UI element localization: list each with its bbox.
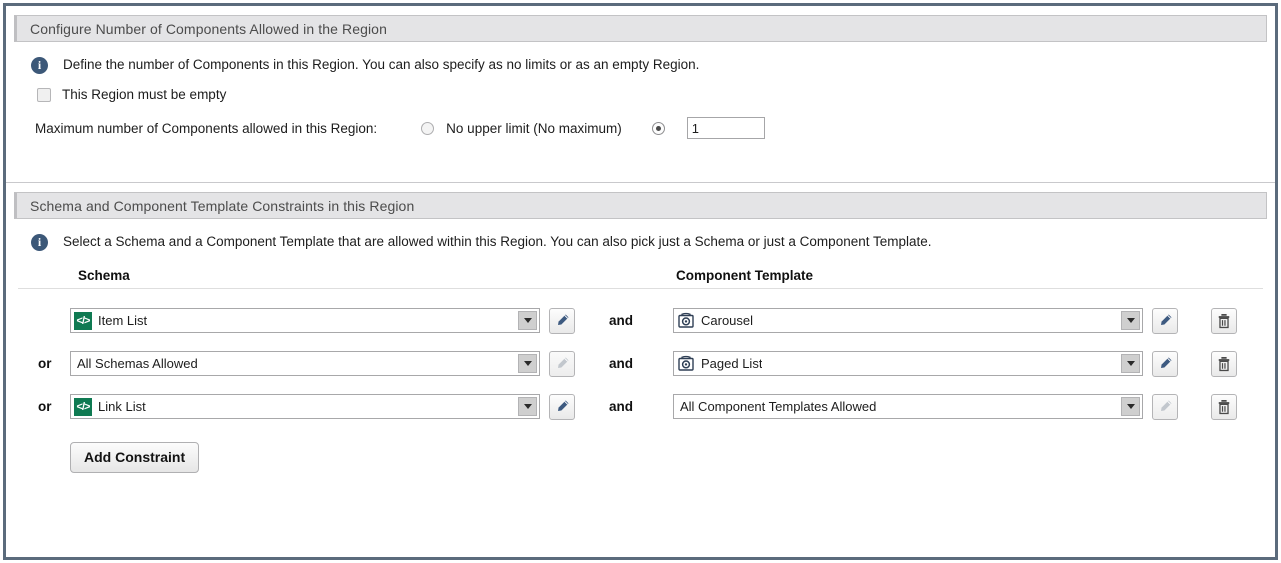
maximum-components-label: Maximum number of Components allowed in … bbox=[35, 120, 378, 136]
delete-constraint-button[interactable] bbox=[1211, 307, 1237, 334]
edit-component-template-button[interactable] bbox=[1152, 307, 1178, 334]
row-or-label: or bbox=[38, 356, 52, 371]
section-header-number-of-components: Configure Number of Components Allowed i… bbox=[14, 15, 1267, 42]
edit-schema-button[interactable] bbox=[549, 307, 575, 334]
chevron-down-icon[interactable] bbox=[518, 397, 537, 416]
max-components-input[interactable] bbox=[686, 117, 765, 139]
chevron-down-icon[interactable] bbox=[518, 311, 537, 330]
radio-no-upper-limit[interactable] bbox=[421, 121, 435, 135]
trash-icon bbox=[1218, 356, 1230, 371]
chevron-down-icon[interactable] bbox=[1121, 397, 1140, 416]
pencil-icon bbox=[557, 314, 568, 325]
component-template-gear-icon bbox=[677, 312, 695, 330]
trash-icon bbox=[1218, 399, 1230, 414]
table-row: or </> Link List and All Component Templ… bbox=[6, 385, 1275, 428]
constraint-column-headers: Schema Component Template bbox=[6, 251, 1275, 288]
radio-group-max-value[interactable] bbox=[651, 117, 765, 139]
section-divider bbox=[6, 182, 1275, 183]
dialog-frame: Configure Number of Components Allowed i… bbox=[3, 3, 1278, 560]
edit-schema-button[interactable] bbox=[549, 393, 575, 420]
component-template-select-value: Paged List bbox=[701, 356, 763, 371]
edit-schema-button bbox=[549, 350, 575, 377]
info-icon: i bbox=[31, 234, 48, 251]
pencil-icon bbox=[1160, 357, 1171, 368]
region-empty-checkbox-row[interactable]: This Region must be empty bbox=[6, 74, 1275, 102]
edit-component-template-button bbox=[1152, 393, 1178, 420]
add-constraint-row: Add Constraint bbox=[6, 428, 1275, 473]
chevron-down-icon[interactable] bbox=[1121, 354, 1140, 373]
pencil-icon bbox=[557, 357, 568, 368]
region-must-be-empty-label: This Region must be empty bbox=[62, 87, 227, 102]
row-and-label: and bbox=[609, 313, 634, 328]
info-text-number-of-components: Define the number of Components in this … bbox=[63, 57, 700, 72]
maximum-components-row: Maximum number of Components allowed in … bbox=[6, 102, 1275, 139]
edit-component-template-button[interactable] bbox=[1152, 350, 1178, 377]
section-title-number-of-components: Configure Number of Components Allowed i… bbox=[30, 20, 387, 37]
info-icon: i bbox=[31, 57, 48, 74]
schema-select-value: Item List bbox=[98, 313, 148, 328]
add-constraint-button[interactable]: Add Constraint bbox=[70, 442, 200, 473]
section-title-constraints: Schema and Component Template Constraint… bbox=[30, 197, 415, 214]
component-template-select-value: All Component Templates Allowed bbox=[680, 399, 877, 414]
pencil-icon bbox=[1160, 314, 1171, 325]
radio-no-upper-limit-label: No upper limit (No maximum) bbox=[446, 120, 622, 136]
schema-select[interactable]: </> Item List bbox=[70, 308, 540, 333]
component-template-select[interactable]: Carousel bbox=[673, 308, 1143, 333]
chevron-down-icon[interactable] bbox=[1121, 311, 1140, 330]
component-template-select-value: Carousel bbox=[701, 313, 754, 328]
component-template-select[interactable]: Paged List bbox=[673, 351, 1143, 376]
schema-code-icon: </> bbox=[74, 397, 92, 416]
section-header-constraints: Schema and Component Template Constraint… bbox=[14, 192, 1267, 219]
schema-code-icon: </> bbox=[74, 311, 92, 330]
constraint-rows: </> Item List and Carousel or All Schema… bbox=[6, 289, 1275, 428]
chevron-down-icon[interactable] bbox=[518, 354, 537, 373]
region-must-be-empty-checkbox[interactable] bbox=[37, 87, 51, 102]
info-text-constraints: Select a Schema and a Component Template… bbox=[63, 234, 932, 249]
row-and-label: and bbox=[609, 399, 634, 414]
column-header-schema: Schema bbox=[78, 268, 130, 283]
column-header-component-template: Component Template bbox=[676, 268, 814, 283]
component-template-gear-icon bbox=[677, 355, 695, 373]
schema-select[interactable]: All Schemas Allowed bbox=[70, 351, 540, 376]
info-row-constraints: i Select a Schema and a Component Templa… bbox=[6, 219, 1275, 251]
component-template-select[interactable]: All Component Templates Allowed bbox=[673, 394, 1143, 419]
pencil-icon bbox=[1160, 400, 1171, 411]
schema-select[interactable]: </> Link List bbox=[70, 394, 540, 419]
radio-group-no-upper-limit[interactable]: No upper limit (No maximum) bbox=[421, 121, 622, 136]
table-row: </> Item List and Carousel bbox=[6, 299, 1275, 342]
schema-select-value: All Schemas Allowed bbox=[77, 356, 198, 371]
trash-icon bbox=[1218, 313, 1230, 328]
schema-select-value: Link List bbox=[98, 399, 146, 414]
delete-constraint-button[interactable] bbox=[1211, 393, 1237, 420]
radio-max-value[interactable] bbox=[651, 121, 665, 135]
row-or-label: or bbox=[38, 399, 52, 414]
table-row: or All Schemas Allowed and Paged List bbox=[6, 342, 1275, 385]
pencil-icon bbox=[557, 400, 568, 411]
delete-constraint-button[interactable] bbox=[1211, 350, 1237, 377]
info-row-number-of-components: i Define the number of Components in thi… bbox=[6, 42, 1275, 74]
row-and-label: and bbox=[609, 356, 634, 371]
